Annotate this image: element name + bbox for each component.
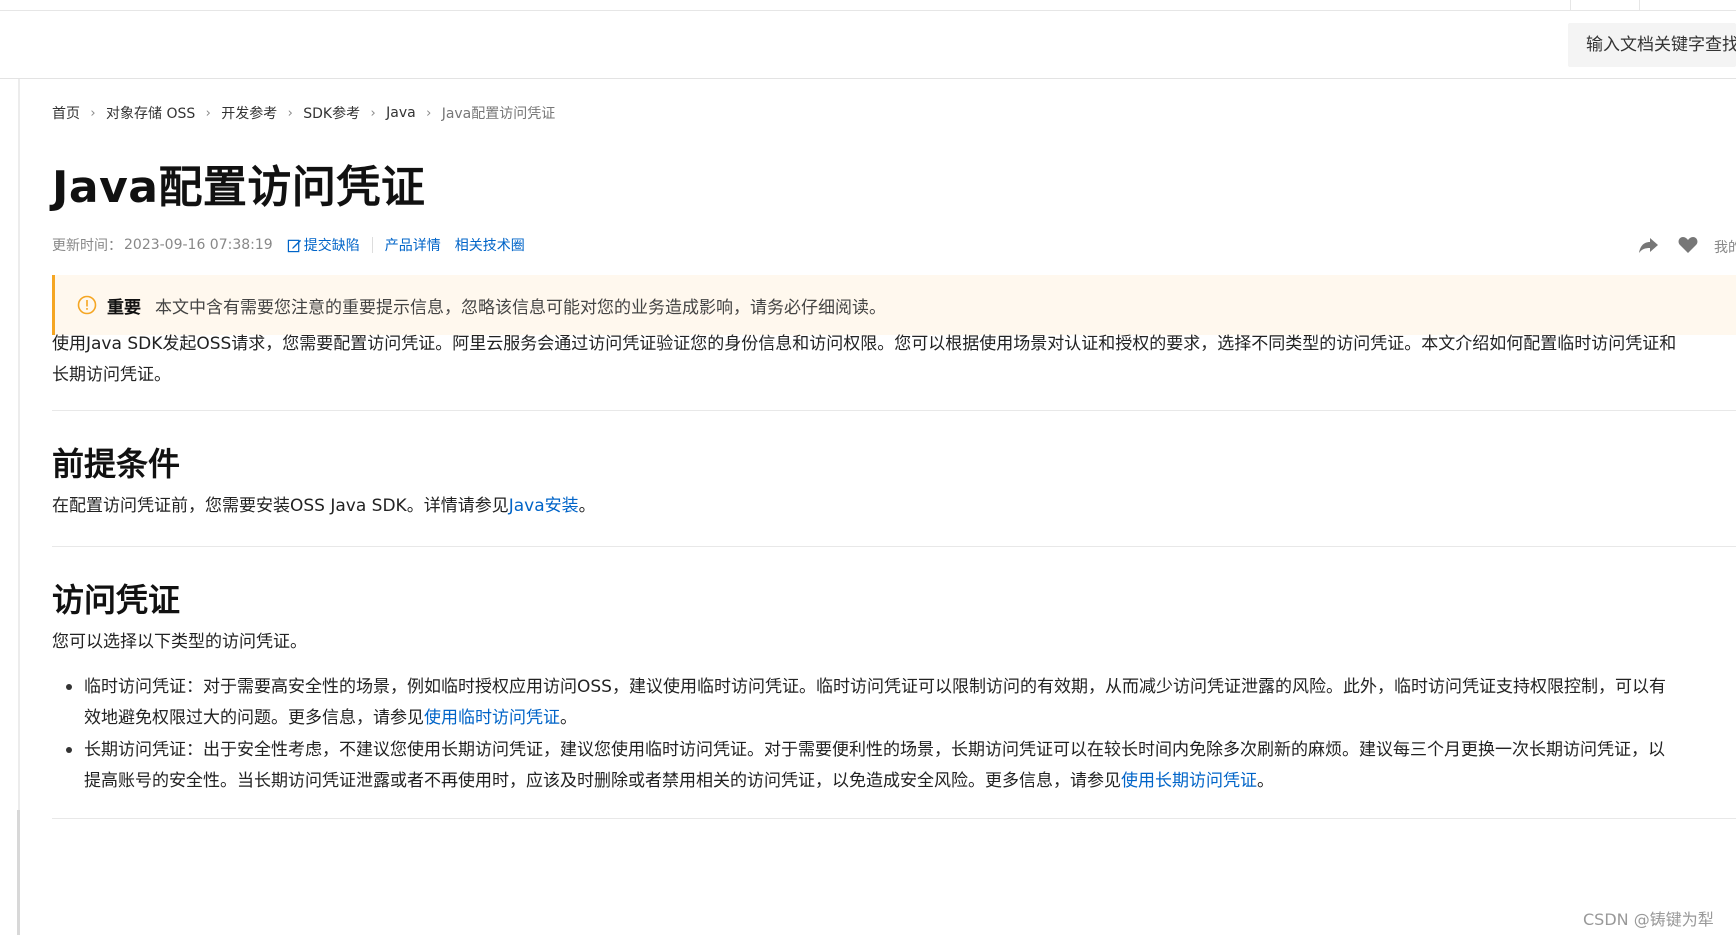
prereq-heading: 前提条件	[52, 445, 181, 483]
list-item: 临时访问凭证：对于需要高安全性的场景，例如临时授权应用访问OSS，建议使用临时访…	[84, 672, 1736, 734]
csdn-watermark: CSDN @铸键为犁	[1583, 910, 1714, 929]
intro-paragraph: 使用Java SDK发起OSS请求，您需要配置访问凭证。阿里云服务会通过访问凭证…	[52, 329, 1736, 391]
chevron-right-icon: ›	[370, 105, 376, 121]
browser-top-strip	[0, 0, 1736, 11]
section-divider	[52, 818, 1736, 819]
notice-text: 本文中含有需要您注意的重要提示信息，忽略该信息可能对您的业务造成影响，请务必仔细…	[155, 297, 886, 318]
section-divider	[52, 546, 1736, 547]
breadcrumb-home[interactable]: 首页	[52, 103, 80, 123]
breadcrumb-sdk-ref[interactable]: SDK参考	[303, 103, 360, 123]
chevron-right-icon: ›	[90, 105, 96, 121]
updated-date: 2023-09-16 07:38:19	[124, 237, 273, 253]
list-item-line-2: 效地避免权限过大的问题。更多信息，请参见使用临时访问凭证。	[84, 708, 577, 728]
list-item-line-2: 提高账号的安全性。当长期访问凭证泄露或者不再使用时，应该及时删除或者禁用相关的访…	[84, 771, 1274, 791]
warning-icon	[77, 295, 97, 315]
bullet-icon	[66, 684, 72, 690]
left-sidebar-edge	[18, 79, 21, 935]
credentials-intro: 您可以选择以下类型的访问凭证。	[52, 632, 307, 652]
product-detail-link[interactable]: 产品详情	[385, 235, 441, 255]
credentials-heading: 访问凭证	[52, 581, 181, 619]
report-defect-label: 提交缺陷	[303, 238, 360, 254]
important-notice: 重要 本文中含有需要您注意的重要提示信息，忽略该信息可能对您的业务造成影响，请务…	[52, 275, 1736, 335]
temp-credential-link[interactable]: 使用临时访问凭证	[424, 708, 560, 728]
prereq-paragraph: 在配置访问凭证前，您需要安装OSS Java SDK。详情请参见Java安装。	[52, 491, 596, 522]
bullet-icon	[66, 747, 72, 753]
long-term-credential-link[interactable]: 使用长期访问凭证	[1121, 771, 1257, 791]
my-label[interactable]: 我的	[1714, 237, 1736, 257]
prereq-text-end: 。	[578, 496, 596, 516]
doc-search-input[interactable]: 输入文档关键字查找	[1568, 23, 1736, 67]
top-tab[interactable]	[1570, 0, 1640, 11]
breadcrumb-java[interactable]: Java	[386, 105, 416, 121]
report-defect-link[interactable]: 提交缺陷	[287, 235, 360, 255]
breadcrumb: 首页 › 对象存储 OSS › 开发参考 › SDK参考 › Java › Ja…	[52, 103, 555, 123]
prereq-text: 在配置访问凭证前，您需要安装OSS Java SDK。详情请参见	[52, 496, 509, 516]
list-item-line-1: 临时访问凭证：对于需要高安全性的场景，例如临时授权应用访问OSS，建议使用临时访…	[84, 677, 1666, 697]
section-divider	[52, 410, 1736, 411]
list-item: 长期访问凭证：出于安全性考虑，不建议您使用长期访问凭证，建议您使用临时访问凭证。…	[84, 735, 1736, 797]
breadcrumb-oss[interactable]: 对象存储 OSS	[106, 103, 195, 123]
doc-meta: 更新时间： 2023-09-16 07:38:19 提交缺陷 产品详情 相关技术…	[52, 235, 525, 255]
chevron-right-icon: ›	[205, 105, 211, 121]
site-header: 输入文档关键字查找	[0, 11, 1736, 79]
edit-icon	[287, 239, 301, 252]
tech-community-link[interactable]: 相关技术圈	[455, 235, 525, 255]
java-install-link[interactable]: Java安装	[509, 496, 579, 516]
sidebar-scrollbar[interactable]	[17, 810, 20, 935]
heart-icon[interactable]	[1678, 236, 1698, 254]
notice-title: 重要	[107, 297, 141, 318]
chevron-right-icon: ›	[426, 105, 432, 121]
breadcrumb-dev-ref[interactable]: 开发参考	[221, 103, 277, 123]
meta-divider	[371, 237, 373, 253]
page-title: Java配置访问凭证	[52, 162, 426, 213]
share-icon[interactable]	[1638, 236, 1660, 254]
list-item-line-1: 长期访问凭证：出于安全性考虑，不建议您使用长期访问凭证，建议您使用临时访问凭证。…	[84, 740, 1665, 760]
breadcrumb-current: Java配置访问凭证	[441, 106, 556, 122]
intro-line-2: 长期访问凭证。	[52, 365, 171, 385]
chevron-right-icon: ›	[287, 105, 293, 121]
intro-line-1: 使用Java SDK发起OSS请求，您需要配置访问凭证。阿里云服务会通过访问凭证…	[52, 334, 1677, 354]
updated-label: 更新时间：	[52, 238, 122, 254]
